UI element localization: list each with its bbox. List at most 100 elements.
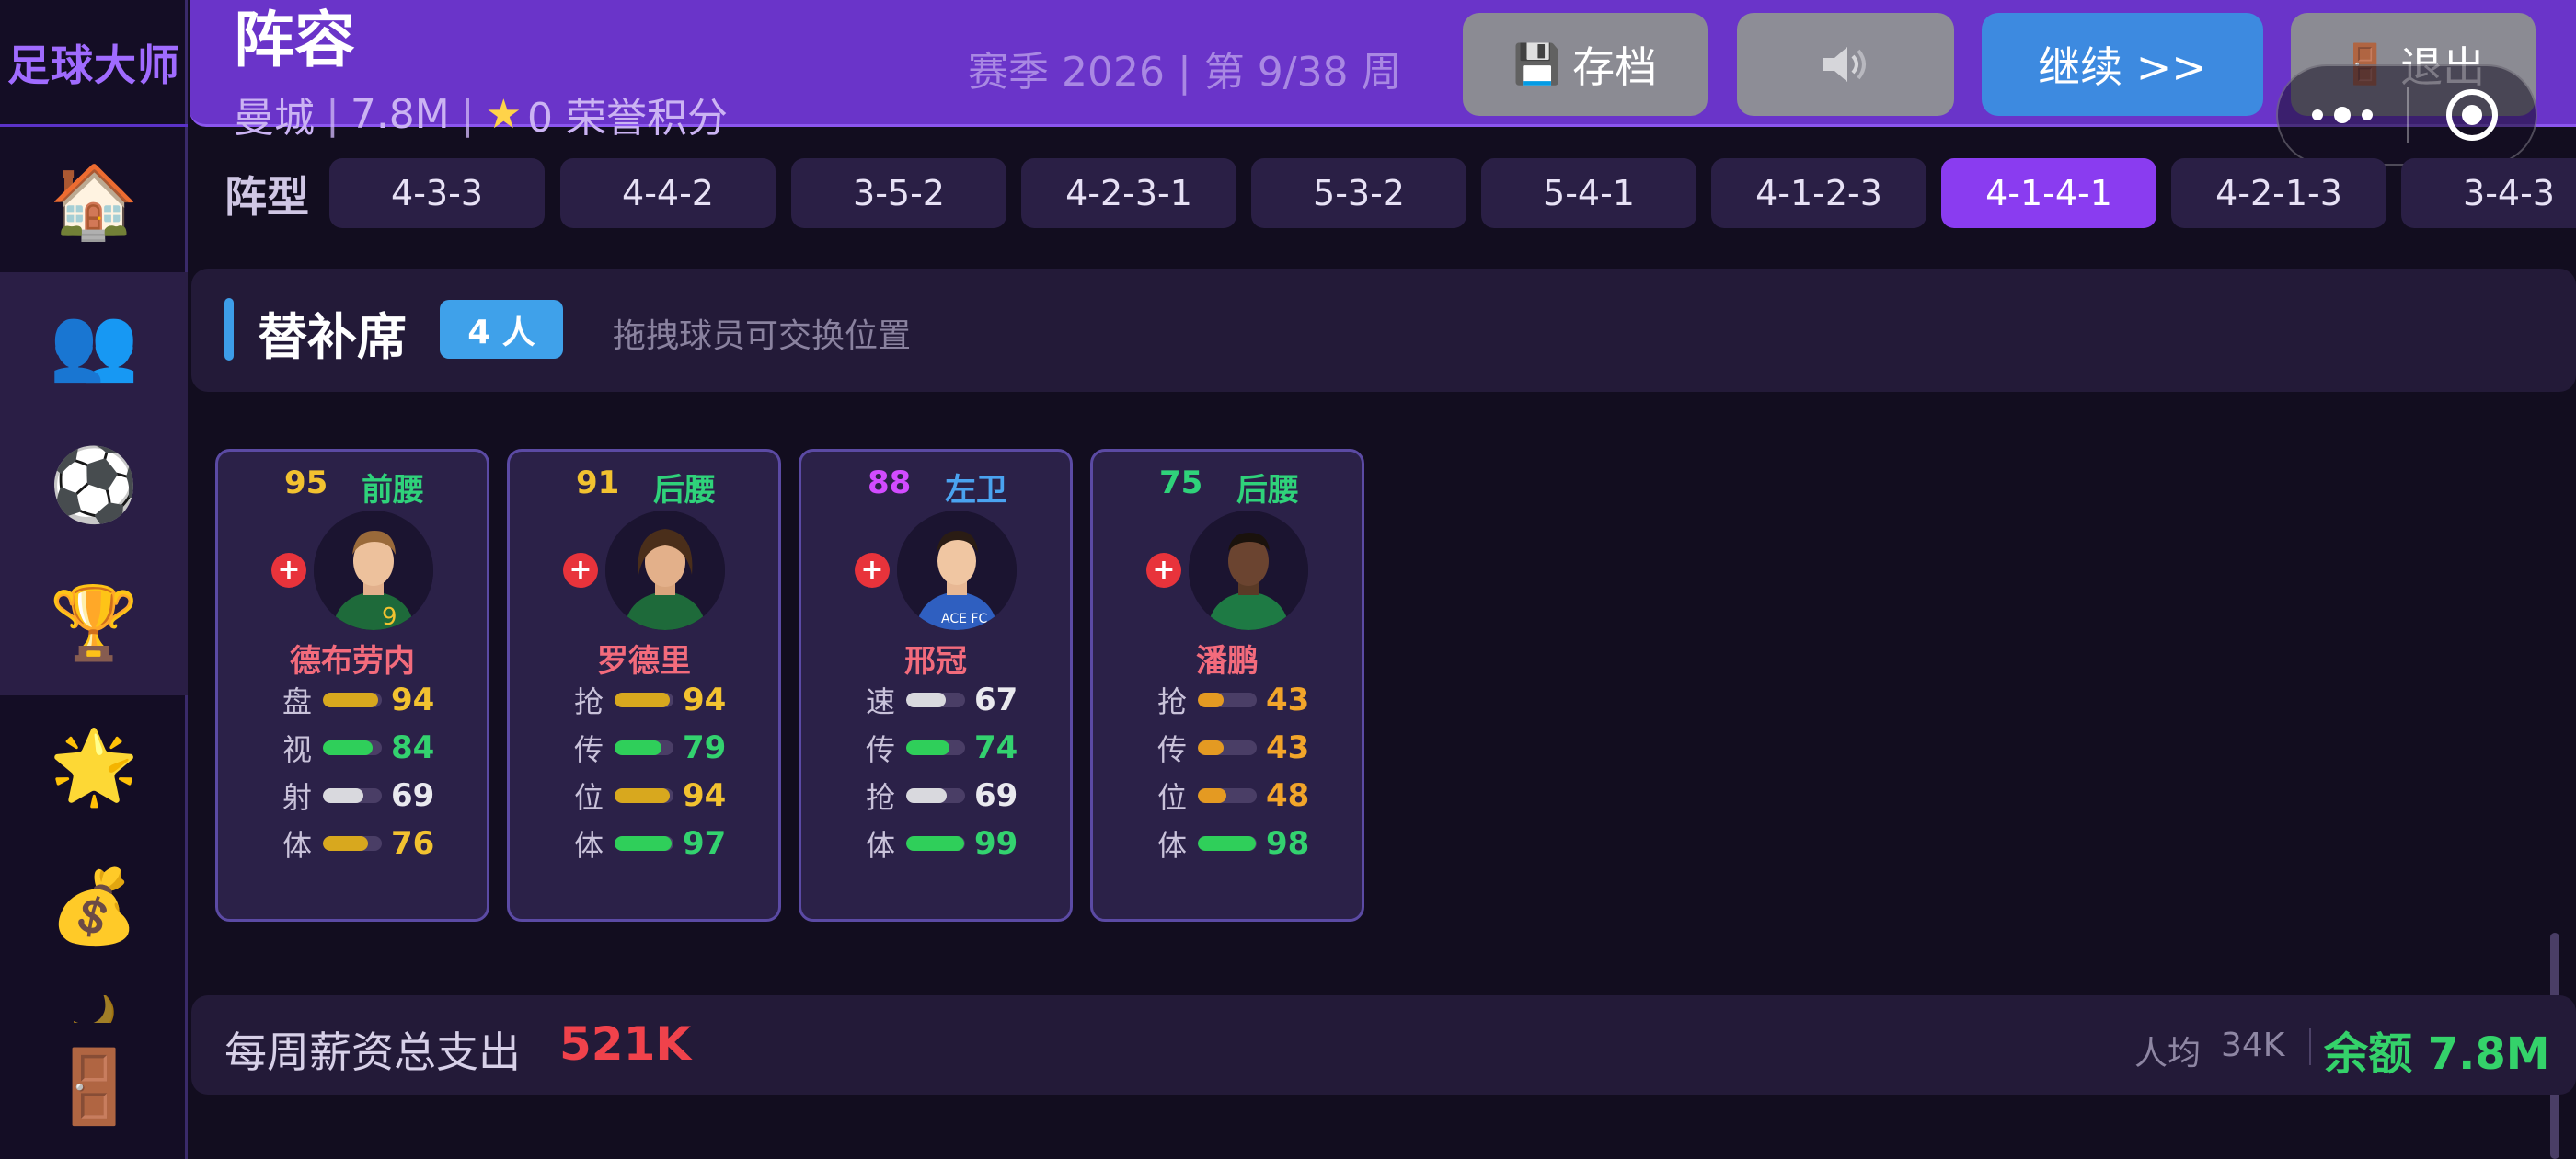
formation-option[interactable]: 5-4-1 <box>1481 158 1696 228</box>
stat-row: 体 99 <box>866 823 1059 864</box>
stat-row: 体 76 <box>282 823 476 864</box>
stat-label: 抢 <box>1157 684 1188 719</box>
sidebar: 足球大师 🏠 👥 ⚽ 🏆 🌟 💰 🌙 🚪 <box>0 0 188 1159</box>
continue-button[interactable]: 继续 >> <box>1982 13 2263 116</box>
player-name: 邢冠 <box>904 643 967 680</box>
sound-button[interactable] <box>1737 13 1954 116</box>
formation-option[interactable]: 5-3-2 <box>1251 158 1466 228</box>
close-miniprogram-button[interactable] <box>2409 89 2536 141</box>
player-card[interactable]: 75 后腰 + 潘鹏 抢 43 传 43 位 48 体 98 <box>1090 449 1364 922</box>
stat-label: 传 <box>574 732 604 767</box>
formation-option[interactable]: 4-1-2-3 <box>1711 158 1926 228</box>
stat-row: 速 67 <box>866 680 1059 720</box>
stat-bar <box>323 693 382 707</box>
nav-exit[interactable]: 🚪 <box>0 1016 188 1159</box>
formation-option[interactable]: 3-4-3 <box>2401 158 2576 228</box>
nav-match[interactable]: ⚽ <box>0 414 188 557</box>
trophy-icon: 🏆 <box>49 582 139 665</box>
player-position: 前腰 <box>362 472 424 509</box>
nav-honors[interactable]: 🌟 <box>0 695 188 839</box>
stat-bar <box>906 788 965 803</box>
bench-title: 替补席 <box>258 308 407 366</box>
stat-row: 传 74 <box>866 728 1059 768</box>
stat-row: 位 48 <box>1157 775 1351 816</box>
player-avatar: ACE FC <box>897 511 1017 630</box>
formation-option[interactable]: 3-5-2 <box>791 158 1006 228</box>
door-icon: 🚪 <box>49 1046 139 1129</box>
wage-value: 521K <box>559 1017 692 1071</box>
stat-label: 体 <box>866 828 896 863</box>
svg-text:9: 9 <box>382 603 397 630</box>
stat-bar <box>615 788 673 803</box>
add-player-icon[interactable]: + <box>271 553 306 588</box>
stat-bar <box>906 693 965 707</box>
player-position: 后腰 <box>1236 472 1299 509</box>
more-menu-button[interactable] <box>2278 107 2407 123</box>
stat-value: 79 <box>683 729 727 766</box>
stat-label: 位 <box>574 780 604 815</box>
stat-value: 97 <box>683 825 727 862</box>
stat-value: 76 <box>391 825 435 862</box>
nav-squad[interactable]: 👥 <box>0 272 188 416</box>
formation-selector: 4-3-3 4-4-2 3-5-2 4-2-3-1 5-3-2 5-4-1 4-… <box>329 158 2576 228</box>
save-label: 存档 <box>1572 42 1658 92</box>
floppy-disk-icon: 💾 <box>1512 41 1562 86</box>
stat-bar <box>323 836 382 851</box>
stat-value: 67 <box>974 682 1018 718</box>
stat-label: 体 <box>282 828 313 863</box>
stat-value: 43 <box>1266 682 1310 718</box>
honor-points: 0 荣誉积分 <box>527 95 729 142</box>
player-card[interactable]: 88 左卫 + ACE FC 邢冠 速 67 传 74 抢 69 体 99 <box>799 449 1073 922</box>
stat-row: 传 79 <box>574 728 767 768</box>
add-player-icon[interactable]: + <box>563 553 598 588</box>
formation-option[interactable]: 4-3-3 <box>329 158 545 228</box>
separator: | <box>326 90 339 138</box>
player-card[interactable]: 95 前腰 + 9 德布劳内 盘 94 视 84 射 69 体 76 <box>215 449 489 922</box>
nav-trophies[interactable]: 🏆 <box>0 552 188 695</box>
bench-header: 替补席 4 人 拖拽球员可交换位置 <box>191 269 2576 392</box>
club-budget: 7.8M <box>350 90 450 138</box>
player-rating: 88 <box>868 465 912 501</box>
stat-value: 99 <box>974 825 1018 862</box>
stat-row: 抢 43 <box>1157 680 1351 720</box>
player-card[interactable]: 91 后腰 + 罗德里 抢 94 传 79 位 94 体 97 <box>507 449 781 922</box>
dot-icon <box>2312 109 2323 120</box>
dot-icon <box>2334 107 2351 123</box>
player-rating: 91 <box>576 465 620 501</box>
app-brand: 足球大师 <box>0 0 188 127</box>
player-avatar <box>1189 511 1308 630</box>
stat-bar <box>906 836 965 851</box>
stat-bar <box>1198 693 1257 707</box>
stat-label: 视 <box>282 732 313 767</box>
formation-option-selected[interactable]: 4-1-4-1 <box>1941 158 2156 228</box>
nav-finance[interactable]: 💰 <box>0 835 188 979</box>
page-title: 阵容 <box>234 5 355 75</box>
money-bag-icon: 💰 <box>49 866 139 948</box>
formation-option[interactable]: 4-4-2 <box>560 158 776 228</box>
formation-option[interactable]: 4-2-1-3 <box>2171 158 2386 228</box>
target-icon <box>2446 89 2498 141</box>
stat-label: 体 <box>1157 828 1188 863</box>
player-position: 后腰 <box>653 472 716 509</box>
players-icon: 👥 <box>49 303 139 385</box>
player-rating: 95 <box>284 465 328 501</box>
stat-row: 体 98 <box>1157 823 1351 864</box>
balance-value: 余额 7.8M <box>2324 1028 2550 1080</box>
stat-value: 84 <box>391 729 435 766</box>
stat-row: 传 43 <box>1157 728 1351 768</box>
add-player-icon[interactable]: + <box>855 553 890 588</box>
formation-label: 阵型 <box>224 172 309 222</box>
miniprogram-capsule <box>2276 64 2537 166</box>
nav-home[interactable]: 🏠 <box>0 131 188 274</box>
wage-label: 每周薪资总支出 <box>224 1027 521 1077</box>
stat-row: 抢 94 <box>574 680 767 720</box>
stat-row: 视 84 <box>282 728 476 768</box>
add-player-icon[interactable]: + <box>1146 553 1181 588</box>
svg-text:ACE FC: ACE FC <box>941 612 987 626</box>
stat-row: 抢 69 <box>866 775 1059 816</box>
save-button[interactable]: 💾 存档 <box>1463 13 1708 116</box>
stat-value: 48 <box>1266 777 1310 814</box>
player-avatar <box>605 511 725 630</box>
bench-count-badge: 4 人 <box>440 300 563 359</box>
formation-option[interactable]: 4-2-3-1 <box>1021 158 1236 228</box>
